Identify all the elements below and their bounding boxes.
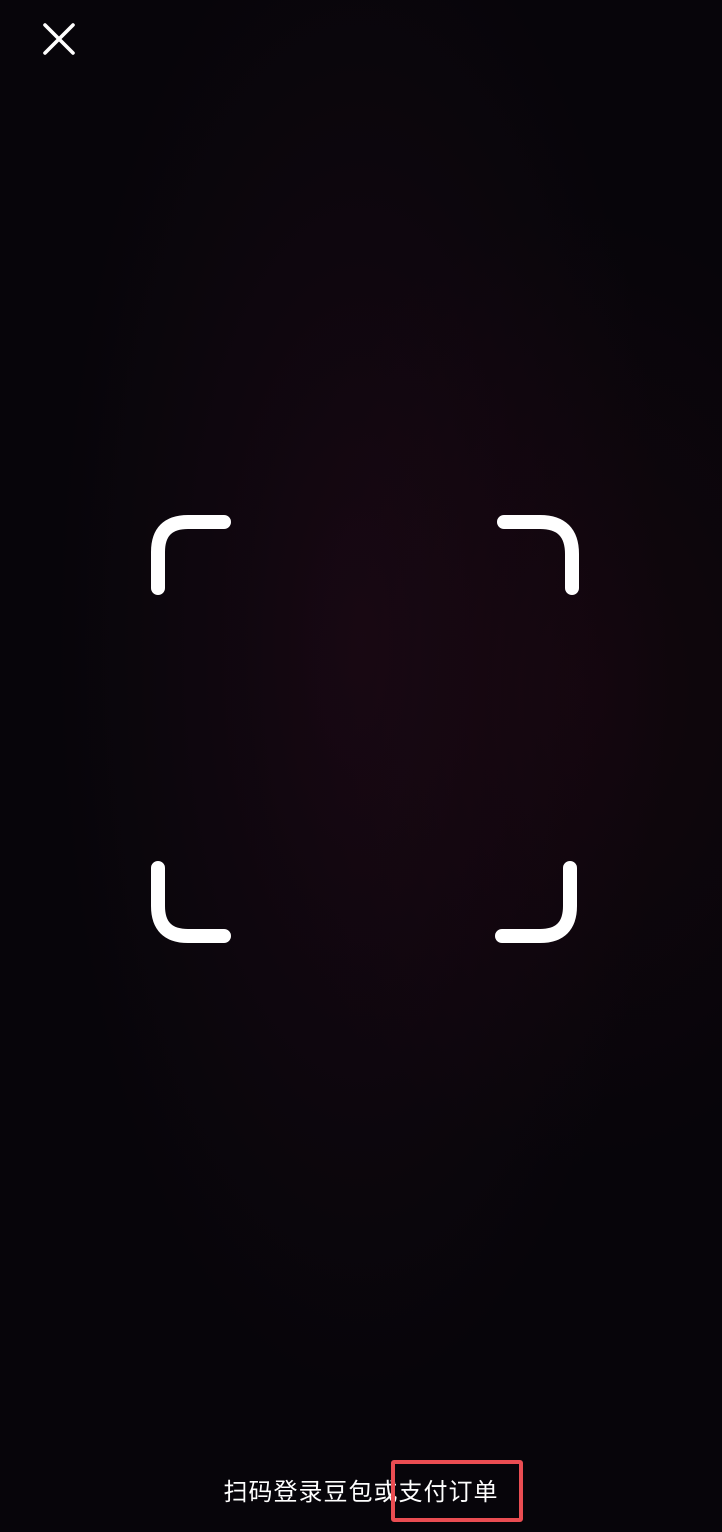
scan-corner-bottom-left (151, 861, 231, 943)
close-button[interactable] (36, 16, 82, 62)
scan-corner-top-left (151, 515, 231, 595)
scan-corner-bottom-right (495, 861, 577, 943)
scan-frame (150, 514, 580, 944)
scan-hint-highlight[interactable]: 支付订单 (399, 1478, 499, 1506)
scan-frame-corners-icon (151, 515, 579, 943)
close-icon (43, 23, 75, 55)
scan-corner-top-right (497, 515, 579, 595)
scan-hint-text: 扫码登录豆包或支付订单 (0, 1474, 722, 1510)
scan-hint-prefix: 扫码登录豆包或 (223, 1478, 399, 1506)
